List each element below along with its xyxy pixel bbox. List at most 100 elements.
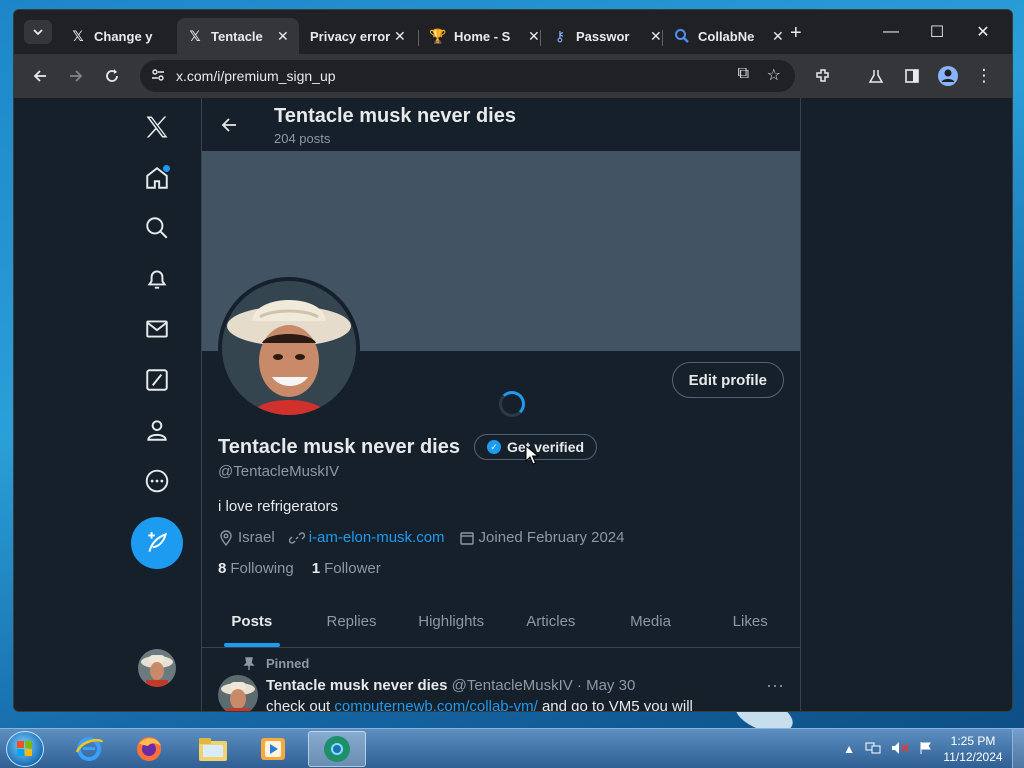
tab-search-button[interactable] bbox=[24, 20, 52, 44]
action-center-flag-icon[interactable] bbox=[919, 741, 933, 758]
internet-explorer-icon[interactable] bbox=[62, 731, 116, 767]
windows-taskbar: ▲ 1:25 PM 11/12/2024 bbox=[0, 728, 1024, 768]
tab-posts[interactable]: Posts bbox=[202, 595, 302, 647]
forward-arrow-icon[interactable] bbox=[64, 64, 88, 88]
website-item: i-am-elon-musk.com bbox=[288, 529, 445, 546]
tab-likes[interactable]: Likes bbox=[700, 595, 800, 647]
site-settings-icon[interactable] bbox=[150, 67, 166, 86]
mouse-cursor-icon bbox=[525, 445, 539, 465]
profile-tabs: Posts Replies Highlights Articles Media … bbox=[202, 595, 800, 648]
joined-item: Joined February 2024 bbox=[459, 529, 625, 546]
tweet-author[interactable]: Tentacle musk never dies bbox=[266, 677, 447, 694]
clock-date: 11/12/2024 bbox=[943, 750, 1003, 764]
new-tab-plus-icon[interactable]: + bbox=[790, 22, 802, 45]
website-link[interactable]: i-am-elon-musk.com bbox=[309, 529, 445, 546]
close-icon[interactable]: ✕ bbox=[394, 28, 406, 45]
close-icon[interactable]: ✕ bbox=[277, 28, 289, 45]
edit-profile-button[interactable]: Edit profile bbox=[671, 362, 784, 398]
tab-title: CollabNe bbox=[698, 28, 755, 44]
following-label: Following bbox=[230, 560, 294, 577]
bell-icon[interactable] bbox=[132, 254, 182, 304]
minimize-icon[interactable]: — bbox=[868, 18, 914, 46]
account-avatar[interactable] bbox=[138, 649, 176, 687]
calendar-icon bbox=[459, 531, 474, 545]
tweet-link[interactable]: computernewb.com/collab-vm/ bbox=[334, 698, 537, 711]
joined-text: Joined February 2024 bbox=[478, 529, 625, 546]
loading-spinner bbox=[499, 391, 525, 417]
profile-meta: Israel i-am-elon-musk.com Joined Februar… bbox=[218, 529, 638, 546]
profile-account-icon[interactable] bbox=[936, 64, 960, 88]
profile-bio: i love refrigerators bbox=[218, 498, 339, 515]
back-arrow-icon[interactable] bbox=[214, 110, 244, 140]
bookmark-star-icon[interactable]: ☆ bbox=[767, 65, 781, 85]
extensions-icon[interactable] bbox=[811, 64, 835, 88]
tab-passwords[interactable]: ⚷ Passwor ✕ bbox=[542, 18, 672, 54]
labs-flask-icon[interactable] bbox=[864, 64, 888, 88]
profile-person-icon[interactable] bbox=[132, 405, 182, 455]
search-icon[interactable] bbox=[132, 203, 182, 253]
tab-collabnet[interactable]: CollabNe ✕ bbox=[664, 18, 794, 54]
grok-icon[interactable] bbox=[132, 355, 182, 405]
browser-window: 𝕏 Change y ✕ 𝕏 Tentacle ✕ Privacy error … bbox=[13, 9, 1013, 712]
tab-privacy-error[interactable]: Privacy error ✕ bbox=[300, 18, 416, 54]
window-close-icon[interactable]: ✕ bbox=[960, 18, 1006, 46]
profile-header-bar: Tentacle musk never dies 204 posts bbox=[202, 98, 800, 151]
more-menu-icon[interactable]: ⋮ bbox=[972, 64, 996, 88]
system-clock[interactable]: 1:25 PM 11/12/2024 bbox=[938, 733, 1008, 765]
key-icon: ⚷ bbox=[554, 27, 566, 44]
address-bar[interactable]: x.com/i/premium_sign_up ⧉ ☆ bbox=[140, 60, 795, 92]
tweet-handle-date[interactable]: @TentacleMuskIV · May 30 bbox=[452, 677, 636, 694]
volume-muted-icon[interactable] bbox=[891, 741, 909, 758]
profile-picture[interactable] bbox=[218, 277, 360, 419]
media-player-icon[interactable] bbox=[246, 731, 300, 767]
side-panel-icon[interactable] bbox=[900, 64, 924, 88]
tab-highlights[interactable]: Highlights bbox=[401, 595, 501, 647]
tab-media[interactable]: Media bbox=[601, 595, 701, 647]
tray-expand-icon[interactable]: ▲ bbox=[843, 742, 855, 756]
browser-toolbar: x.com/i/premium_sign_up ⧉ ☆ ⋮ bbox=[14, 54, 1012, 98]
post-button[interactable] bbox=[131, 517, 183, 569]
x-logo-icon: 𝕏 bbox=[189, 27, 201, 44]
close-icon[interactable]: ✕ bbox=[528, 28, 540, 45]
mail-icon[interactable] bbox=[132, 304, 182, 354]
close-icon[interactable]: ✕ bbox=[650, 28, 662, 45]
more-horizontal-icon[interactable]: ··· bbox=[766, 675, 784, 696]
tab-articles[interactable]: Articles bbox=[501, 595, 601, 647]
pin-icon bbox=[243, 656, 255, 670]
chrome-taskbar-icon[interactable] bbox=[308, 731, 366, 767]
tab-label: Articles bbox=[526, 612, 576, 630]
show-desktop-button[interactable] bbox=[1012, 729, 1024, 768]
close-icon[interactable]: ✕ bbox=[772, 28, 784, 45]
tab-home[interactable]: 🏆 Home - S ✕ bbox=[420, 18, 550, 54]
active-tab-indicator bbox=[223, 643, 280, 647]
tab-label: Likes bbox=[732, 612, 768, 630]
x-logo-icon[interactable] bbox=[132, 102, 182, 152]
install-app-icon[interactable]: ⧉ bbox=[738, 65, 749, 83]
pinned-text: Pinned bbox=[266, 656, 310, 671]
system-tray: ▲ 1:25 PM 11/12/2024 bbox=[838, 729, 1024, 768]
back-arrow-icon[interactable] bbox=[28, 64, 52, 88]
location-pin-icon bbox=[220, 529, 232, 546]
tweet-avatar[interactable] bbox=[218, 675, 258, 711]
firefox-icon[interactable] bbox=[122, 731, 176, 767]
tab-tentacle[interactable]: 𝕏 Tentacle ✕ bbox=[177, 18, 299, 54]
file-explorer-icon[interactable] bbox=[186, 731, 240, 767]
header-post-count: 204 posts bbox=[274, 131, 331, 146]
more-circle-icon[interactable] bbox=[132, 456, 182, 506]
network-icon[interactable] bbox=[865, 741, 881, 758]
followers-link[interactable]: 1 Follower bbox=[312, 560, 381, 577]
header-profile-name: Tentacle musk never dies bbox=[274, 105, 516, 127]
clock-time: 1:25 PM bbox=[950, 734, 996, 748]
maximize-icon[interactable]: ☐ bbox=[914, 18, 960, 46]
followers-label: Follower bbox=[324, 560, 381, 577]
home-icon[interactable] bbox=[132, 153, 182, 203]
tab-label: Highlights bbox=[418, 612, 485, 630]
tab-separator bbox=[540, 30, 541, 46]
trophy-icon: 🏆 bbox=[429, 27, 447, 44]
following-link[interactable]: 8 Following bbox=[218, 560, 294, 577]
tab-replies[interactable]: Replies bbox=[302, 595, 402, 647]
profile-display-name: Tentacle musk never dies bbox=[218, 436, 460, 458]
reload-icon[interactable] bbox=[100, 64, 124, 88]
start-button[interactable] bbox=[6, 731, 44, 767]
x-logo-icon: 𝕏 bbox=[72, 27, 84, 44]
